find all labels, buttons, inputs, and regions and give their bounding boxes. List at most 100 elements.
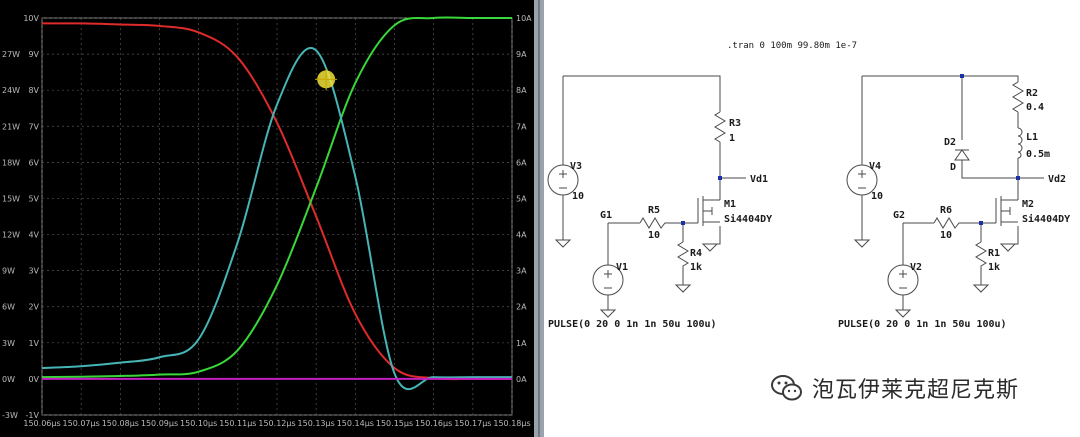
ground-icon <box>972 284 990 293</box>
right-axis-tick: 3A <box>516 267 527 276</box>
right-axis-tick: 9A <box>516 50 527 59</box>
v4-name: V4 <box>869 161 881 172</box>
right-axis-tick: 7A <box>516 122 527 131</box>
v1-value: PULSE(0 20 0 1n 1n 50u 100u) <box>548 319 717 330</box>
wire <box>862 75 1019 82</box>
junction-dot <box>681 221 685 225</box>
watermark-text: 泡瓦伊莱克超尼克斯 <box>812 378 1020 403</box>
watermark: 泡瓦伊莱克超尼克斯 <box>770 370 1019 406</box>
m2-name: M2 <box>1022 199 1034 210</box>
v1-name: V1 <box>616 262 628 273</box>
v2-value: PULSE(0 20 0 1n 1n 50u 100u) <box>838 319 1007 330</box>
x-axis-tick: 150.17µs <box>454 419 491 428</box>
middle-axis-tick: 10V <box>23 14 39 23</box>
resistor-r2[interactable] <box>1012 81 1024 113</box>
source-polarity <box>559 170 567 189</box>
x-axis-tick: 150.07µs <box>63 419 100 428</box>
junction-dot <box>1016 176 1020 180</box>
v2-name: V2 <box>910 262 922 273</box>
inductor-l1[interactable] <box>1017 127 1023 159</box>
right-axis-tick: 10A <box>516 14 532 23</box>
ground-icon <box>599 309 617 318</box>
resistor-r1[interactable] <box>975 241 987 272</box>
wire <box>1008 226 1019 245</box>
x-axis-tick: 150.16µs <box>415 419 452 428</box>
middle-axis-tick: 9V <box>28 50 39 59</box>
l1-name: L1 <box>1026 132 1038 143</box>
right-axis-tick: 4A <box>516 231 527 240</box>
d2-value: D <box>950 162 956 173</box>
middle-axis-tick: 5V <box>28 194 39 203</box>
r6-value: 10 <box>940 230 952 241</box>
left-axis-tick: 21W <box>2 122 20 131</box>
wechat-icon <box>771 375 802 401</box>
vd1-label: Vd1 <box>750 174 768 185</box>
x-axis-tick: 150.12µs <box>258 419 295 428</box>
m2-model: Si4404DY <box>1022 213 1070 225</box>
r2-name: R2 <box>1026 88 1038 99</box>
junction-dot <box>979 221 983 225</box>
ground-icon <box>674 284 692 293</box>
wire <box>563 75 721 112</box>
x-axis-tick: 150.09µs <box>141 419 178 428</box>
resistor-r5[interactable] <box>639 217 668 229</box>
middle-axis-tick: 0V <box>28 375 39 384</box>
middle-axis-tick: 4V <box>28 231 39 240</box>
x-axis-tick: 150.11µs <box>219 419 256 428</box>
r5-value: 10 <box>648 230 660 241</box>
vd2-label: Vd2 <box>1048 174 1066 185</box>
right-axis-tick: 6A <box>516 158 527 167</box>
wire <box>710 226 721 245</box>
left-axis-tick: 3W <box>2 339 15 348</box>
v3-value: 10 <box>572 191 584 202</box>
x-axis-tick: 150.10µs <box>180 419 217 428</box>
resistor-r6[interactable] <box>933 217 962 229</box>
left-axis-tick: 27W <box>2 50 20 59</box>
left-axis-tick: 6W <box>2 303 15 312</box>
r1-name: R1 <box>988 248 1000 259</box>
x-axis-tick: 150.14µs <box>337 419 374 428</box>
pane-divider-line <box>538 0 540 437</box>
ground-icon <box>554 239 572 248</box>
tran-directive[interactable]: .tran 0 100m 99.80m 1e-7 <box>727 41 857 51</box>
left-axis-tick: -3W <box>2 411 18 420</box>
ground-icon <box>999 243 1017 252</box>
resistor-r4[interactable] <box>677 241 689 272</box>
right-axis-tick: 1A <box>516 339 527 348</box>
x-axis-tick: 150.06µs <box>23 419 60 428</box>
middle-axis-tick: 2V <box>28 303 39 312</box>
resistor-r3[interactable] <box>714 111 726 143</box>
r4-value: 1k <box>690 262 702 273</box>
junction-dot <box>960 74 964 78</box>
m1-model: Si4404DY <box>724 213 772 225</box>
v3-name: V3 <box>570 161 582 172</box>
waveform-plot[interactable]: -1V0V1V2V3V4V5V6V7V8V9V10V-3W0W3W6W9W12W… <box>0 0 534 437</box>
mosfet-m1-symbol <box>697 196 720 226</box>
left-axis-tick: 0W <box>2 375 15 384</box>
ground-icon <box>701 243 719 252</box>
r4-name: R4 <box>690 248 702 259</box>
right-axis-tick: 5A <box>516 194 527 203</box>
r3-value: 1 <box>729 133 735 144</box>
r2-value: 0.4 <box>1026 102 1044 113</box>
source-polarity <box>858 170 866 189</box>
junction-dot <box>718 176 722 180</box>
middle-axis-tick: 7V <box>28 122 39 131</box>
r5-name: R5 <box>648 205 660 216</box>
wire <box>961 160 1018 179</box>
left-axis-tick: 24W <box>2 86 20 95</box>
left-axis-tick: 18W <box>2 158 20 167</box>
ground-icon <box>894 309 912 318</box>
plot-background <box>0 0 534 437</box>
r3-name: R3 <box>729 118 741 129</box>
diode-d2[interactable] <box>954 149 970 161</box>
source-polarity <box>899 270 907 289</box>
right-axis-tick: 8A <box>516 86 527 95</box>
x-axis-tick: 150.13µs <box>298 419 335 428</box>
mosfet-m2-symbol <box>995 196 1018 226</box>
middle-axis-tick: 3V <box>28 267 39 276</box>
r6-name: R6 <box>940 205 952 216</box>
middle-axis-tick: 8V <box>28 86 39 95</box>
x-axis-tick: 150.08µs <box>102 419 139 428</box>
d2-name: D2 <box>944 137 956 148</box>
